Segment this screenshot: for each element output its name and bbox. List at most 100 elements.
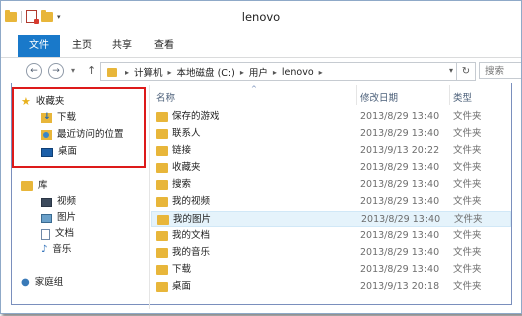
file-name: 联系人 [172,128,201,139]
file-type: 文件夹 [453,128,482,139]
sidebar-item-libraries[interactable]: 库 [21,179,48,193]
tab-share[interactable]: 共享 [105,35,139,57]
file-name: 我的视频 [172,196,211,207]
address-bar[interactable]: ▸ 计算机 ▸ 本地磁盘 (C:) ▸ 用户 ▸ lenovo ▸ ▾ ↻ [100,62,476,81]
file-date: 2013/8/29 13:40 [360,230,440,241]
table-row[interactable]: 链接 2013/9/13 20:22 文件夹 [151,143,511,159]
folder-documents-icon [156,231,168,241]
sidebar-item-label: 图片 [57,212,77,223]
homegroup-icon: ● [21,277,30,288]
title-bar: ▾ lenovo [1,1,521,31]
file-name: 链接 [172,145,192,156]
table-row[interactable]: 桌面 2013/9/13 20:18 文件夹 [151,279,511,295]
divider [149,85,150,309]
sidebar-item-pictures[interactable]: 图片 [41,211,76,225]
file-type: 文件夹 [453,162,482,173]
sidebar-item-videos[interactable]: 视频 [41,195,76,209]
column-date-header[interactable]: 修改日期 [360,90,398,104]
folder-downloads-icon [156,265,168,275]
breadcrumb-lenovo[interactable]: lenovo [282,67,314,78]
sidebar-item-label: 库 [38,180,48,191]
file-date: 2013/8/29 13:40 [360,162,440,173]
window-title: lenovo [241,10,281,24]
file-date: 2013/8/29 13:40 [360,196,440,207]
sidebar-item-homegroup[interactable]: ● 家庭组 [21,276,63,290]
folder-desktop-icon [156,282,168,292]
chevron-right-icon: ▸ [125,67,130,77]
file-type: 文件夹 [454,214,483,225]
file-name: 搜索 [172,179,192,190]
file-type: 文件夹 [453,145,482,156]
search-input[interactable]: 搜索 [479,62,521,79]
video-icon [41,197,52,207]
file-date: 2013/8/29 13:40 [360,111,440,122]
table-row[interactable]: 下载 2013/8/29 13:40 文件夹 [151,262,511,278]
folder-games-icon [156,112,168,122]
explorer-window: ▾ lenovo 文件 主页 共享 查看 ← → ▾ ↑ ▸ 计算机 ▸ 本地磁… [0,0,522,314]
chevron-right-icon: ▸ [318,67,323,77]
divider[interactable] [449,85,450,105]
chevron-right-icon: ▸ [272,67,277,77]
chevron-right-icon: ▸ [239,67,244,77]
folder-favorites-icon [156,163,168,173]
divider[interactable] [356,85,357,105]
breadcrumb: ▸ 计算机 ▸ 本地磁盘 (C:) ▸ 用户 ▸ lenovo ▸ [107,65,328,79]
divider [511,83,512,305]
document-icon [41,228,50,240]
up-button[interactable]: ↑ [87,64,96,77]
breadcrumb-users[interactable]: 用户 [249,65,268,79]
file-date: 2013/9/13 20:18 [360,281,440,292]
sidebar-item-label: 家庭组 [34,277,64,288]
file-name: 我的图片 [173,214,212,225]
file-type: 文件夹 [453,196,482,207]
table-row[interactable]: 联系人 2013/8/29 13:40 文件夹 [151,126,511,142]
navigation-bar: ← → ▾ ↑ ▸ 计算机 ▸ 本地磁盘 (C:) ▸ 用户 ▸ lenovo … [1,59,521,83]
file-type: 文件夹 [453,264,482,275]
picture-icon [41,213,52,223]
table-row[interactable]: 我的文档 2013/8/29 13:40 文件夹 [151,228,511,244]
file-name: 下载 [172,264,192,275]
table-row[interactable]: 搜索 2013/8/29 13:40 文件夹 [151,177,511,193]
folder-icon [107,67,117,77]
tab-file[interactable]: 文件 [18,35,60,57]
folder-contacts-icon [156,129,168,139]
sidebar-item-documents[interactable]: 文档 [41,227,74,241]
file-name: 我的文档 [172,230,211,241]
table-row[interactable]: 收藏夹 2013/8/29 13:40 文件夹 [151,160,511,176]
address-dropdown-button[interactable]: ▾ [449,66,453,75]
folder-pictures-icon [157,215,169,225]
sidebar-item-label: 文档 [55,228,75,239]
file-name: 保存的游戏 [172,111,220,122]
file-name: 桌面 [172,281,192,292]
file-type: 文件夹 [453,247,482,258]
folder-search-icon [156,180,168,190]
table-row-selected[interactable]: 我的图片 2013/8/29 13:40 文件夹 [151,211,511,227]
recent-locations-dropdown[interactable]: ▾ [71,66,75,75]
breadcrumb-local-disk[interactable]: 本地磁盘 (C:) [177,65,235,79]
tab-home[interactable]: 主页 [65,35,99,57]
table-row[interactable]: 保存的游戏 2013/8/29 13:40 文件夹 [151,109,511,125]
file-type: 文件夹 [453,281,482,292]
column-type-header[interactable]: 类型 [453,90,472,104]
tab-view[interactable]: 查看 [147,35,181,57]
refresh-button[interactable]: ↻ [456,63,475,80]
breadcrumb-computer[interactable]: 计算机 [134,65,163,79]
table-row[interactable]: 我的视频 2013/8/29 13:40 文件夹 [151,194,511,210]
file-type: 文件夹 [453,179,482,190]
sidebar-item-music[interactable]: ♪ 音乐 [41,243,71,257]
table-row[interactable]: 我的音乐 2013/8/29 13:40 文件夹 [151,245,511,261]
column-name-header[interactable]: 名称 [156,90,175,104]
back-button[interactable]: ← [26,63,42,79]
folder-music-icon [156,248,168,258]
file-name: 收藏夹 [172,162,201,173]
forward-button[interactable]: → [48,63,64,79]
folder-links-icon [156,146,168,156]
highlight-box [12,87,146,168]
chevron-right-icon: ▸ [167,67,172,77]
sidebar-item-label: 视频 [57,196,77,207]
file-date: 2013/9/13 20:22 [360,145,440,156]
column-header: ^ 名称 修改日期 类型 [151,85,521,105]
file-date: 2013/8/29 13:40 [360,264,440,275]
folder-videos-icon [156,197,168,207]
file-type: 文件夹 [453,111,482,122]
